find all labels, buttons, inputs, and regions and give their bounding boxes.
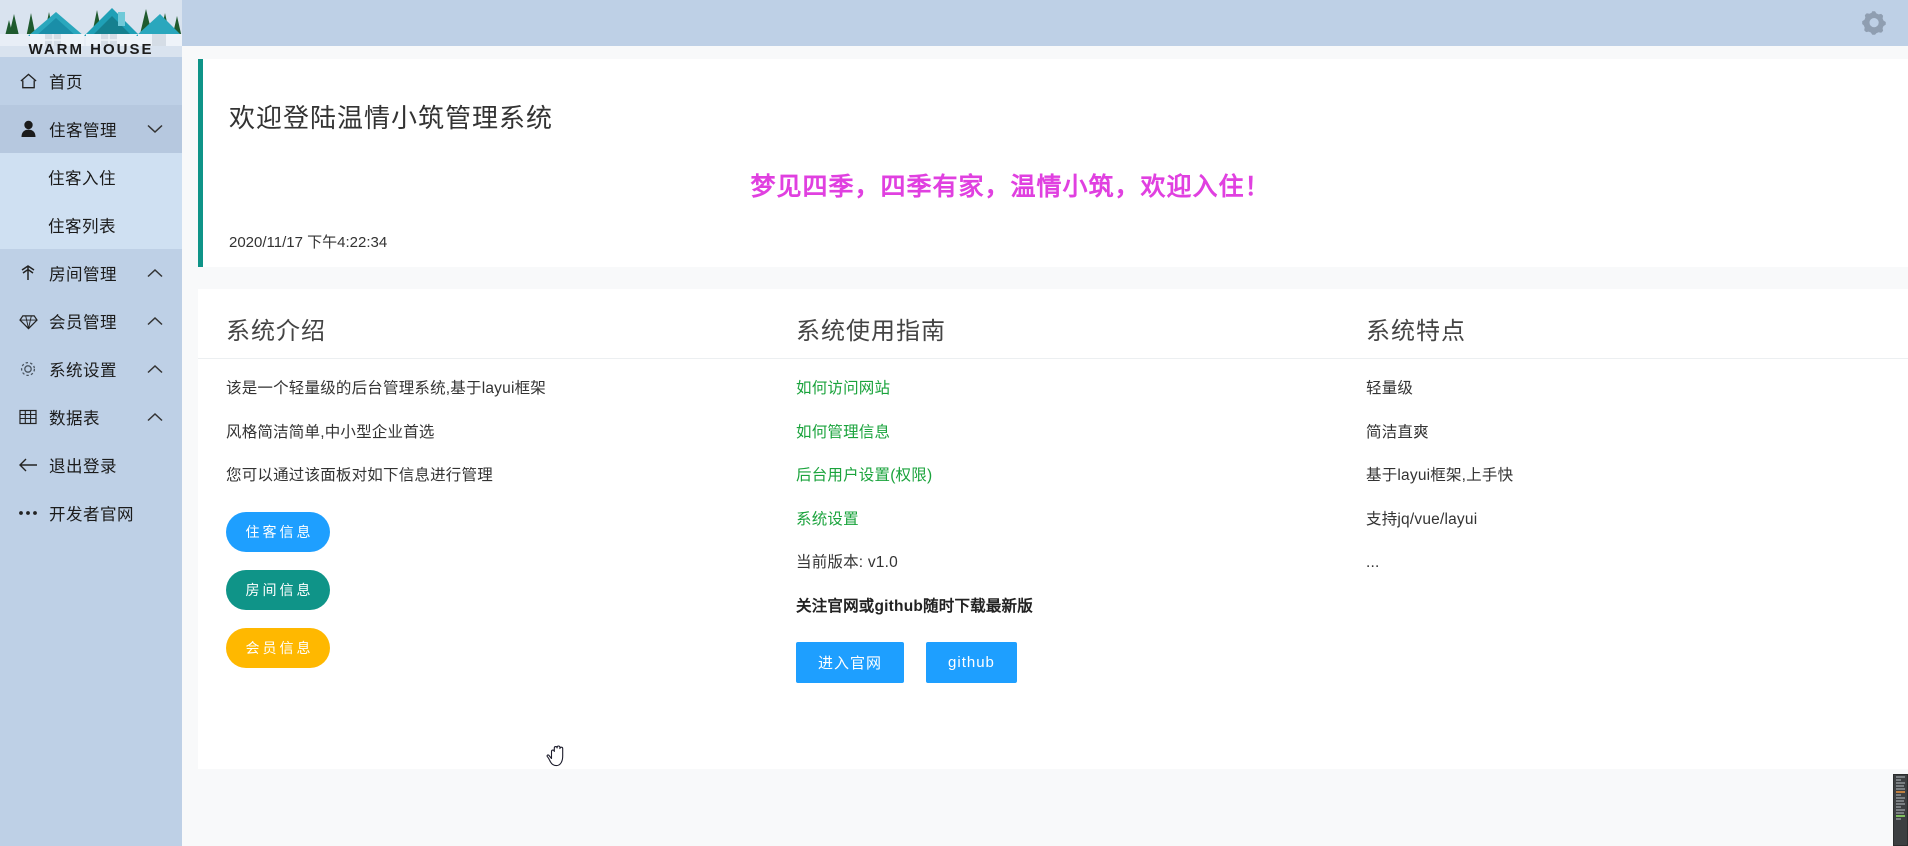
room-info-button[interactable]: 房间信息 bbox=[226, 569, 330, 610]
minimap-line bbox=[1896, 809, 1905, 811]
home-icon bbox=[17, 71, 39, 91]
diamond-icon bbox=[17, 311, 39, 331]
column-body: 如何访问网站 如何管理信息 后台用户设置(权限) 系统设置 当前版本: v1.0… bbox=[768, 359, 1338, 683]
minimap-line bbox=[1896, 815, 1905, 817]
welcome-panel: 欢迎登陆温情小筑管理系统 梦见四季，四季有家，温情小筑，欢迎入住！ 2020/1… bbox=[198, 59, 1908, 267]
main-content: 欢迎登陆温情小筑管理系统 梦见四季，四季有家，温情小筑，欢迎入住！ 2020/1… bbox=[182, 46, 1908, 846]
sidebar-item-home[interactable]: 首页 bbox=[0, 57, 182, 105]
minimap-line bbox=[1896, 782, 1905, 784]
github-button[interactable]: github bbox=[926, 642, 1017, 683]
app-root: WARM HOUSE 首页 住客管理 住客入住 住客列表 房间管理 会员管理 系… bbox=[0, 0, 1908, 846]
minimap-line bbox=[1896, 779, 1901, 781]
feature-line: 支持jq/vue/layui bbox=[1366, 510, 1478, 528]
logo-wordmark: WARM HOUSE bbox=[29, 41, 154, 57]
sidebar-item-label: 数据表 bbox=[49, 410, 100, 428]
download-note: 关注官网或github随时下载最新版 bbox=[796, 597, 1033, 615]
table-icon bbox=[17, 407, 39, 427]
sidebar-item-member-management[interactable]: 会员管理 bbox=[0, 297, 182, 345]
chevron-up-icon bbox=[142, 263, 168, 283]
column-system-features: 系统特点 轻量级 简洁直爽 基于layui框架,上手快 支持jq/vue/lay… bbox=[1338, 289, 1908, 769]
feature-line: 基于layui框架,上手快 bbox=[1366, 467, 1514, 484]
column-body: 轻量级 简洁直爽 基于layui框架,上手快 支持jq/vue/layui ..… bbox=[1338, 359, 1908, 571]
warm-house-logo[interactable]: WARM HOUSE bbox=[0, 0, 182, 57]
info-line: 您可以通过该面板对如下信息进行管理 bbox=[226, 467, 493, 484]
minimap-line bbox=[1896, 785, 1904, 787]
guide-button-row: 进入官网 github bbox=[796, 642, 1310, 683]
sidebar-item-label: 系统设置 bbox=[49, 362, 117, 380]
slogan-text: 梦见四季，四季有家，温情小筑，欢迎入住！ bbox=[750, 172, 1271, 201]
code-minimap[interactable] bbox=[1893, 774, 1908, 846]
timestamp: 2020/11/17 下午4:22:34 bbox=[229, 234, 388, 251]
column-system-intro: 系统介绍 该是一个轻量级的后台管理系统,基于layui框架 风格简洁简单,中小型… bbox=[198, 289, 768, 769]
sidebar-item-logout[interactable]: 退出登录 bbox=[0, 441, 182, 489]
feature-line: 简洁直爽 bbox=[1366, 423, 1429, 441]
settings-gear-button[interactable] bbox=[1860, 9, 1890, 39]
info-line: 该是一个轻量级的后台管理系统,基于layui框架 bbox=[226, 380, 546, 397]
column-heading: 系统介绍 bbox=[198, 299, 768, 359]
minimap-line bbox=[1896, 797, 1905, 799]
guide-link-system-settings[interactable]: 系统设置 bbox=[796, 511, 1310, 528]
minimap-line bbox=[1896, 803, 1905, 805]
column-usage-guide: 系统使用指南 如何访问网站 如何管理信息 后台用户设置(权限) 系统设置 当前版… bbox=[768, 289, 1338, 769]
chevron-up-icon bbox=[142, 311, 168, 331]
gear-icon bbox=[1861, 8, 1889, 41]
sidebar-subitem-guest-list[interactable]: 住客列表 bbox=[0, 201, 182, 249]
sidebar-item-label: 会员管理 bbox=[49, 314, 117, 332]
guide-link-user-permissions[interactable]: 后台用户设置(权限) bbox=[796, 468, 1310, 484]
arrow-left-icon bbox=[17, 455, 39, 475]
column-heading: 系统使用指南 bbox=[768, 299, 1338, 359]
minimap-line bbox=[1896, 806, 1901, 808]
page-title: 欢迎登陆温情小筑管理系统 bbox=[229, 103, 554, 133]
sidebar-item-label: 住客管理 bbox=[49, 122, 117, 140]
chevron-up-icon bbox=[142, 407, 168, 427]
column-heading: 系统特点 bbox=[1338, 299, 1908, 359]
sidebar-submenu-guest: 住客入住 住客列表 bbox=[0, 153, 182, 249]
info-line: 风格简洁简单,中小型企业首选 bbox=[226, 423, 435, 441]
minimap-line bbox=[1896, 791, 1905, 793]
minimap-line bbox=[1896, 776, 1905, 778]
sidebar-item-developer-site[interactable]: 开发者官网 bbox=[0, 489, 182, 537]
sidebar-nav: 首页 住客管理 住客入住 住客列表 房间管理 会员管理 系统设置 数据表 退出登… bbox=[0, 57, 182, 537]
sidebar-item-guest-management[interactable]: 住客管理 bbox=[0, 105, 182, 153]
feature-line: ... bbox=[1366, 554, 1380, 571]
guide-link-how-to-visit[interactable]: 如何访问网站 bbox=[796, 381, 1310, 397]
minimap-line bbox=[1896, 800, 1904, 802]
minimap-line bbox=[1896, 818, 1901, 820]
gear-icon bbox=[17, 359, 39, 379]
info-columns: 系统介绍 该是一个轻量级的后台管理系统,基于layui框架 风格简洁简单,中小型… bbox=[198, 289, 1908, 769]
warm-house-logo-icon: WARM HOUSE bbox=[0, 0, 182, 57]
minimap-line bbox=[1896, 812, 1904, 814]
guide-link-how-to-manage[interactable]: 如何管理信息 bbox=[796, 424, 1310, 441]
sidebar-item-room-management[interactable]: 房间管理 bbox=[0, 249, 182, 297]
user-icon bbox=[17, 119, 39, 139]
sidebar-subitem-checkin[interactable]: 住客入住 bbox=[0, 153, 182, 201]
official-site-button[interactable]: 进入官网 bbox=[796, 642, 905, 683]
version-text: 当前版本: v1.0 bbox=[796, 554, 898, 571]
sidebar-item-label: 房间管理 bbox=[49, 266, 117, 284]
ellipsis-icon bbox=[17, 503, 39, 523]
sidebar-item-label: 首页 bbox=[49, 74, 83, 92]
member-info-button[interactable]: 会员信息 bbox=[226, 627, 330, 668]
chevron-down-icon bbox=[142, 119, 168, 139]
sidebar-subitem-label: 住客列表 bbox=[48, 218, 116, 236]
top-header bbox=[182, 0, 1908, 46]
sidebar-item-label: 退出登录 bbox=[49, 458, 117, 476]
minimap-line bbox=[1896, 788, 1905, 790]
sidebar-subitem-label: 住客入住 bbox=[48, 170, 116, 188]
guest-info-button[interactable]: 住客信息 bbox=[226, 511, 330, 552]
sidebar-item-data-table[interactable]: 数据表 bbox=[0, 393, 182, 441]
feature-line: 轻量级 bbox=[1366, 380, 1414, 397]
sidebar-item-system-settings[interactable]: 系统设置 bbox=[0, 345, 182, 393]
sidebar-item-label: 开发者官网 bbox=[49, 506, 134, 524]
room-icon bbox=[17, 263, 39, 283]
chevron-up-icon bbox=[142, 359, 168, 379]
column-body: 该是一个轻量级的后台管理系统,基于layui框架 风格简洁简单,中小型企业首选 … bbox=[198, 359, 768, 668]
minimap-line bbox=[1896, 794, 1901, 796]
sidebar: WARM HOUSE 首页 住客管理 住客入住 住客列表 房间管理 会员管理 系… bbox=[0, 0, 182, 846]
